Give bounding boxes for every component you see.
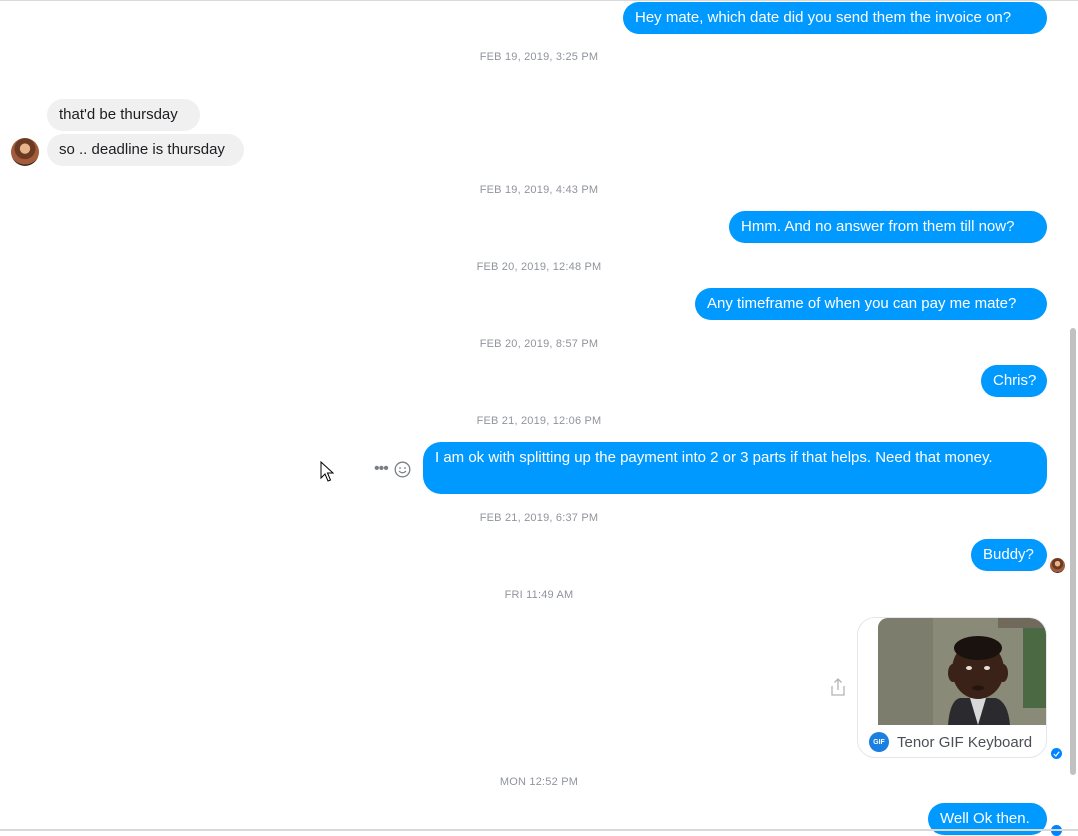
gif-source-label: Tenor GIF Keyboard xyxy=(897,733,1033,751)
gif-footer[interactable]: GIF Tenor GIF Keyboard xyxy=(858,726,1046,757)
message-outgoing[interactable]: Buddy? xyxy=(971,539,1047,571)
message-actions: ••• xyxy=(374,459,411,479)
timestamp: FRI 11:49 AM xyxy=(504,589,574,601)
message-incoming[interactable]: so .. deadline is thursday xyxy=(47,134,244,166)
scrollbar[interactable] xyxy=(1069,0,1078,829)
tenor-gif-icon: GIF xyxy=(869,732,889,752)
timestamp: FEB 19, 2019, 4:43 PM xyxy=(479,184,599,196)
mouse-cursor-icon xyxy=(320,460,335,487)
emoji-react-icon[interactable] xyxy=(394,461,411,478)
timestamp: MON 12:52 PM xyxy=(499,776,579,788)
message-outgoing[interactable]: I am ok with splitting up the payment in… xyxy=(423,442,1047,494)
contact-avatar[interactable] xyxy=(11,138,39,166)
more-dots-icon[interactable]: ••• xyxy=(374,461,389,477)
gif-image[interactable] xyxy=(878,618,1046,725)
timestamp: FEB 20, 2019, 8:57 PM xyxy=(479,338,599,350)
timestamp: FEB 21, 2019, 12:06 PM xyxy=(476,415,602,427)
gif-attachment[interactable]: GIF Tenor GIF Keyboard xyxy=(857,617,1047,758)
seen-check-icon xyxy=(1051,748,1062,759)
timestamp: FEB 21, 2019, 6:37 PM xyxy=(479,512,599,524)
message-incoming[interactable]: that'd be thursday xyxy=(47,99,200,131)
message-outgoing[interactable]: Chris? xyxy=(981,365,1047,397)
top-border xyxy=(0,0,1078,1)
share-icon[interactable] xyxy=(828,677,848,702)
scrollbar-thumb[interactable] xyxy=(1070,328,1076,775)
message-outgoing[interactable]: Hmm. And no answer from them till now? xyxy=(729,211,1047,243)
message-outgoing[interactable]: Hey mate, which date did you send them t… xyxy=(623,2,1047,34)
seen-avatar xyxy=(1050,558,1065,573)
message-outgoing[interactable]: Any timeframe of when you can pay me mat… xyxy=(695,288,1047,320)
timestamp: FEB 20, 2019, 12:48 PM xyxy=(476,261,602,273)
timestamp: FEB 19, 2019, 3:25 PM xyxy=(479,51,599,63)
